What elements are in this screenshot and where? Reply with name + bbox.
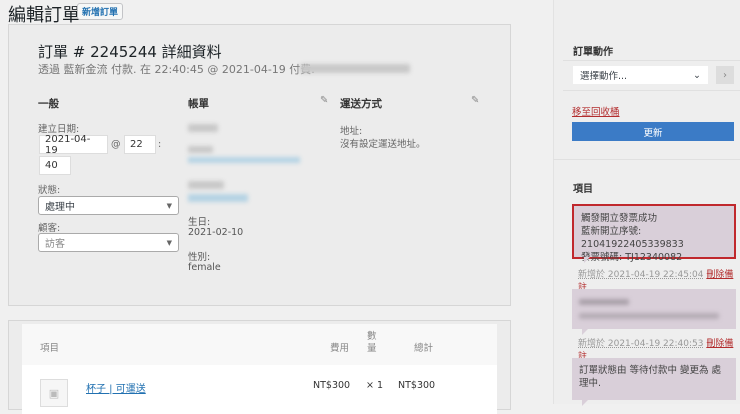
product-image-placeholder-icon: ▣ bbox=[40, 379, 68, 407]
action-select-value: 選擇動作... bbox=[580, 71, 628, 82]
subtitle-text: 透過 藍新金流 付款. 在 22:40:45 @ 2021-04-19 付費. bbox=[38, 63, 315, 76]
status-select[interactable]: 處理中 ▼ bbox=[38, 196, 179, 215]
header-cost: 費用 bbox=[330, 343, 350, 354]
edit-shipping-pencil-icon[interactable]: ✎ bbox=[471, 95, 479, 106]
note-timestamp: 新增於 2021-04-19 22:45:04 bbox=[578, 270, 704, 280]
hour-input[interactable]: 22 bbox=[124, 135, 156, 154]
gender-label: 性別: bbox=[188, 252, 211, 263]
status-label: 狀態: bbox=[38, 185, 61, 196]
note-line: 藍新開立序號: 21041922405339833 bbox=[581, 226, 684, 250]
header-item: 項目 bbox=[40, 343, 60, 354]
date-input[interactable]: 2021-04-19 bbox=[39, 134, 108, 156]
note-line: 發票號碼: TJ12340082 bbox=[581, 252, 683, 263]
gender-value: female bbox=[188, 262, 221, 273]
redacted-line bbox=[579, 313, 719, 319]
order-heading: 訂單 # 2245244 詳細資料 bbox=[38, 43, 222, 61]
redacted-line bbox=[579, 299, 629, 305]
shipping-title: 運送方式 bbox=[340, 98, 382, 110]
billing-title: 帳單 bbox=[188, 98, 209, 110]
header-qty: 數量 bbox=[367, 331, 377, 354]
status-value: 處理中 bbox=[45, 202, 75, 213]
redacted-line bbox=[188, 146, 213, 153]
redacted-name bbox=[188, 124, 218, 132]
edit-billing-pencil-icon[interactable]: ✎ bbox=[320, 95, 328, 106]
note-line: 觸發開立發票成功 bbox=[581, 213, 658, 224]
item-total: NT$300 bbox=[398, 380, 436, 391]
note-timestamp: 新增於 2021-04-19 22:40:53 bbox=[578, 339, 704, 349]
order-note: 觸發開立發票成功 藍新開立序號: 21041922405339833 發票號碼:… bbox=[572, 204, 736, 263]
customer-select[interactable]: 訪客 ▼ bbox=[38, 233, 179, 252]
order-action-select[interactable]: 選擇動作... ⌄ bbox=[573, 66, 708, 84]
divider bbox=[563, 60, 740, 61]
customer-value: 訪客 bbox=[45, 239, 65, 250]
order-note bbox=[572, 289, 736, 335]
redacted-email bbox=[188, 157, 300, 163]
item-qty: × 1 bbox=[366, 380, 384, 391]
redacted-line bbox=[188, 181, 224, 189]
birthday-label: 生日: bbox=[188, 217, 211, 228]
new-order-button[interactable]: 新增訂單 bbox=[77, 3, 123, 20]
chevron-down-icon: ⌄ bbox=[693, 69, 701, 81]
dropdown-arrow-icon: ▼ bbox=[166, 238, 172, 247]
dropdown-arrow-icon: ▼ bbox=[166, 201, 172, 210]
birthday-value: 2021-02-10 bbox=[188, 227, 244, 238]
divider bbox=[553, 159, 740, 160]
apply-action-button[interactable]: › bbox=[716, 66, 734, 84]
header-total: 總計 bbox=[414, 343, 434, 354]
redacted-ip bbox=[300, 64, 410, 73]
item-cost: NT$300 bbox=[313, 380, 351, 391]
at-sign: @ bbox=[111, 139, 121, 150]
divider bbox=[563, 90, 740, 91]
minute-input[interactable]: 40 bbox=[39, 156, 71, 175]
product-link[interactable]: 杯子 | 可運送 bbox=[86, 380, 146, 395]
general-title: 一般 bbox=[38, 98, 59, 110]
colon: : bbox=[158, 139, 162, 150]
customer-label: 顧客: bbox=[38, 223, 61, 234]
address-label: 地址: bbox=[340, 126, 363, 137]
order-note: 訂單狀態由 等待付款中 變更為 處理中. bbox=[572, 358, 736, 406]
update-button[interactable]: 更新 bbox=[572, 122, 734, 141]
order-subtitle: 透過 藍新金流 付款. 在 22:40:45 @ 2021-04-19 付費. bbox=[38, 61, 315, 77]
address-value: 沒有設定運送地址。 bbox=[340, 139, 426, 150]
notes-title: 項目 bbox=[573, 184, 593, 195]
move-to-trash-link[interactable]: 移至回收桶 bbox=[572, 104, 620, 118]
redacted-phone bbox=[188, 194, 248, 202]
note-line: 訂單狀態由 等待付款中 變更為 處理中. bbox=[579, 365, 722, 389]
order-actions-title: 訂單動作 bbox=[573, 47, 613, 58]
